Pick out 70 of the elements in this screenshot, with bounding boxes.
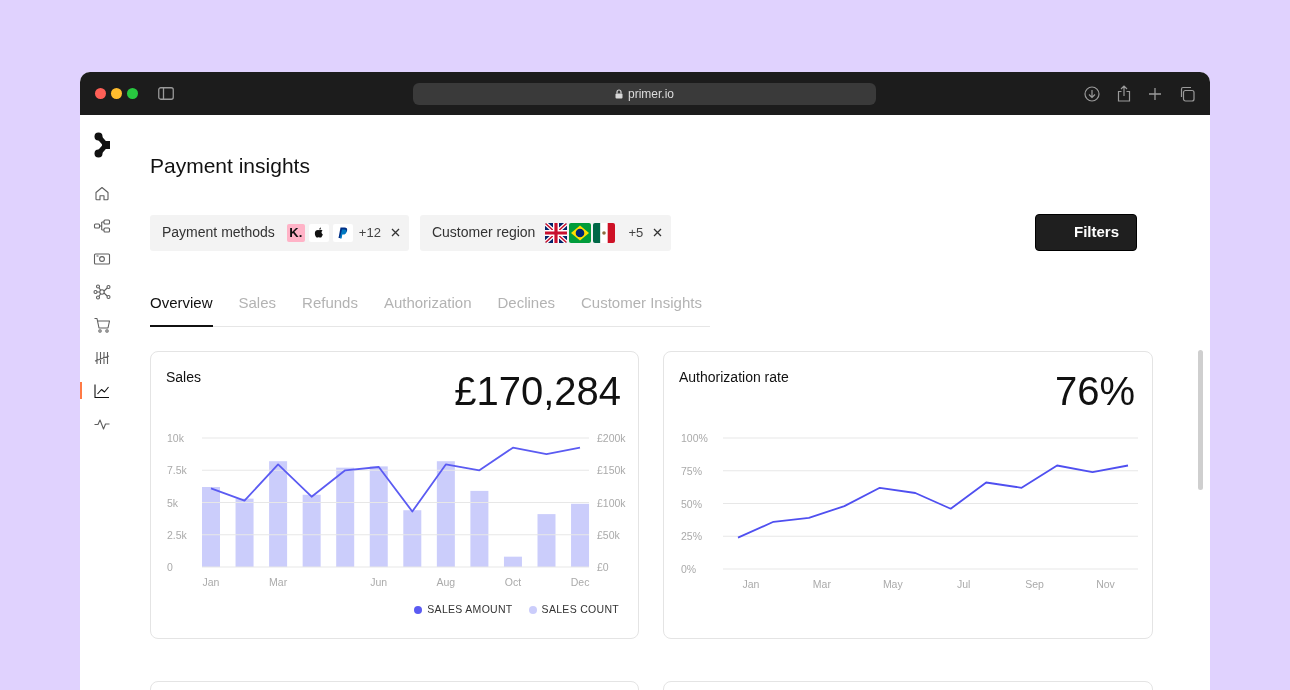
axis-label: Mar <box>269 576 288 588</box>
tabs-overview-icon[interactable] <box>1179 85 1195 102</box>
lock-icon <box>615 88 623 99</box>
axis-label: Dec <box>570 576 590 588</box>
url-text: primer.io <box>628 85 674 103</box>
axis-label: 50% <box>681 497 702 510</box>
payment-logo-badge <box>332 223 353 242</box>
axis-label: £200k <box>597 432 626 444</box>
legend-label: SALES COUNT <box>541 602 619 617</box>
axis-label: £150k <box>597 464 626 477</box>
axis-label: Nov <box>1096 578 1115 590</box>
more-count: +12 <box>358 223 381 242</box>
axis-label: 75% <box>681 464 702 477</box>
payment-logo-badge <box>308 223 329 242</box>
bar <box>403 510 422 567</box>
bar <box>571 503 590 567</box>
axis-label: £100k <box>597 496 626 509</box>
axis-label: 100% <box>681 432 708 444</box>
axis-label: £50k <box>597 528 620 541</box>
cart-icon[interactable] <box>93 315 111 334</box>
close-window-button[interactable] <box>95 88 106 99</box>
flag-icon <box>545 222 568 243</box>
card-title: Authorization rate <box>679 368 789 387</box>
axis-label: £0 <box>597 561 609 573</box>
filter-chip-label: Payment methods <box>162 223 275 242</box>
tab[interactable]: Overview <box>150 291 213 327</box>
app-logo[interactable] <box>94 132 110 158</box>
minimize-window-button[interactable] <box>111 88 122 99</box>
card-title: Sales <box>166 368 202 387</box>
axis-label: Sep <box>1025 578 1044 590</box>
axis-label: Mar <box>812 578 831 590</box>
axis-label: 0% <box>681 563 697 575</box>
more-count: +5 <box>628 223 644 242</box>
filters-button[interactable]: Filters <box>1035 214 1137 251</box>
filter-chip-label: Customer region <box>431 223 536 242</box>
axis-label: Jun <box>370 576 388 588</box>
download-icon[interactable] <box>1084 85 1100 102</box>
page-title: Payment insights <box>150 153 311 179</box>
axis-label: 5k <box>167 496 179 509</box>
axis-label: 2.5k <box>167 528 187 541</box>
close-icon[interactable] <box>653 228 663 237</box>
axis-label: 7.5k <box>167 464 187 477</box>
axis-label: 10k <box>167 432 184 444</box>
bar <box>503 556 522 567</box>
flag-icon <box>569 222 592 243</box>
scrollbar-thumb[interactable] <box>1198 350 1203 490</box>
flag-icon <box>593 222 616 243</box>
network-icon[interactable] <box>93 282 111 301</box>
workflow-icon[interactable] <box>93 216 111 235</box>
axis-label: 0 <box>167 561 173 573</box>
sidebar-toggle-icon[interactable] <box>158 87 174 100</box>
filter-chip[interactable]: Customer region +5 <box>419 214 672 251</box>
filter-chip[interactable]: Payment methods K. +12 <box>150 214 409 251</box>
axis-label: Jul <box>957 578 971 590</box>
payment-logo-badge: K. <box>286 223 305 242</box>
axis-label: Jan <box>742 578 760 590</box>
bar <box>537 514 556 567</box>
zoom-window-button[interactable] <box>127 88 138 99</box>
axis-label: Aug <box>436 576 456 588</box>
card-value: £170,284 <box>454 368 621 415</box>
legend-label: SALES AMOUNT <box>427 602 513 617</box>
card-value: 76% <box>1054 368 1135 415</box>
axis-label: May <box>882 578 903 590</box>
axis-label: Jan <box>202 576 220 588</box>
share-icon[interactable] <box>1117 85 1131 102</box>
new-tab-icon[interactable] <box>1148 86 1162 101</box>
axis-label: Oct <box>504 576 522 588</box>
address-bar[interactable]: primer.io <box>413 82 876 105</box>
close-icon[interactable] <box>390 228 400 237</box>
axis-label: 25% <box>681 530 702 543</box>
